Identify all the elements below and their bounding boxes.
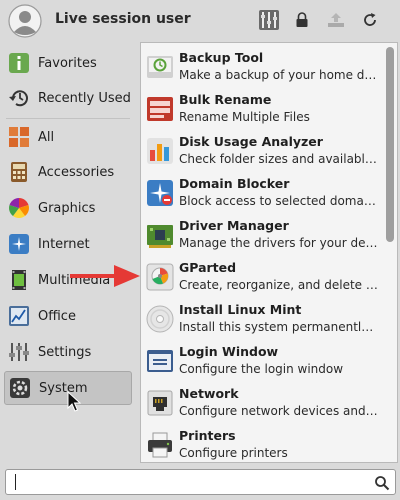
search-input[interactable] <box>10 472 370 492</box>
app-description: Install this system permanently t... <box>179 320 379 334</box>
app-name: Bulk Rename <box>179 92 272 107</box>
app-description: Rename Multiple Files <box>179 110 310 124</box>
disk-usage-icon <box>147 138 173 164</box>
app-name: Printers <box>179 428 236 443</box>
app-name: GParted <box>179 260 237 275</box>
app-description: Check folder sizes and available d... <box>179 152 379 166</box>
category-internet[interactable]: Internet <box>4 227 132 261</box>
app-description: Configure network devices and co... <box>179 404 379 418</box>
logout-button[interactable] <box>358 8 382 32</box>
category-label: Office <box>38 308 76 324</box>
category-label: Internet <box>38 236 90 252</box>
app-description: Configure the login window <box>179 362 344 376</box>
backup-tool-icon <box>147 56 173 78</box>
category-label: All <box>38 129 55 145</box>
lock-icon <box>296 12 308 27</box>
app-item-disk-usage-analyzer[interactable]: Disk Usage Analyzer Check folder sizes a… <box>141 131 381 173</box>
switch-user-button[interactable] <box>324 8 348 32</box>
office-icon <box>9 306 29 326</box>
system-settings-icon <box>259 10 279 30</box>
app-item-bulk-rename[interactable]: Bulk Rename Rename Multiple Files <box>141 89 381 131</box>
history-icon <box>9 90 28 107</box>
app-item-driver-manager[interactable]: Driver Manager Manage the drivers for yo… <box>141 215 381 257</box>
app-item-backup-tool[interactable]: Backup Tool Make a backup of your home d… <box>141 47 381 89</box>
login-window-icon <box>147 350 173 372</box>
all-apps-icon <box>9 127 29 147</box>
multimedia-icon <box>12 270 26 290</box>
bulk-rename-icon <box>147 97 173 121</box>
app-name: Disk Usage Analyzer <box>179 134 323 149</box>
category-office[interactable]: Office <box>4 299 132 333</box>
app-name: Network <box>179 386 239 401</box>
accessories-icon <box>11 162 27 182</box>
category-label: Settings <box>38 344 92 360</box>
category-all[interactable]: All <box>4 120 132 154</box>
gparted-icon <box>146 263 174 291</box>
graphics-icon <box>9 198 29 218</box>
printer-icon <box>148 432 172 458</box>
favorites-icon <box>9 53 29 73</box>
category-favorites[interactable]: Favorites <box>4 46 132 80</box>
category-settings[interactable]: Settings <box>4 335 132 369</box>
app-name: Login Window <box>179 344 279 359</box>
menu-header: Live session user <box>0 0 400 40</box>
text-caret <box>15 474 16 490</box>
app-description: Make a backup of your home dire... <box>179 68 379 82</box>
category-graphics[interactable]: Graphics <box>4 191 132 225</box>
app-description: Create, reorganize, and delete pa... <box>179 278 379 292</box>
app-name: Backup Tool <box>179 50 264 65</box>
search-icon[interactable] <box>374 475 390 491</box>
app-name: Domain Blocker <box>179 176 290 191</box>
app-name: Install Linux Mint <box>179 302 302 317</box>
internet-icon <box>9 234 29 254</box>
app-description: Configure printers <box>179 446 288 460</box>
app-description: Manage the drivers for your devic... <box>179 236 379 250</box>
domain-blocker-icon <box>147 180 173 206</box>
settings-icon <box>9 343 29 361</box>
category-label: Favorites <box>38 55 97 71</box>
sidebar-divider <box>6 118 130 119</box>
app-list: Backup Tool Make a backup of your home d… <box>140 42 398 463</box>
app-item-network[interactable]: Network Configure network devices and co… <box>141 383 381 425</box>
system-settings-button[interactable] <box>257 8 281 32</box>
app-list-scrollbar[interactable] <box>383 45 395 460</box>
category-label: Recently Used <box>38 90 131 106</box>
app-description: Block access to selected domain ... <box>179 194 379 208</box>
driver-manager-icon <box>147 225 173 248</box>
category-recently-used[interactable]: Recently Used <box>4 81 132 115</box>
search-box[interactable] <box>5 469 396 495</box>
switch-user-icon <box>328 13 344 27</box>
category-accessories[interactable]: Accessories <box>4 155 132 189</box>
app-item-login-window[interactable]: Login Window Configure the login window <box>141 341 381 383</box>
username-label: Live session user <box>55 11 191 27</box>
app-item-printers[interactable]: Printers Configure printers <box>141 425 381 462</box>
system-icon <box>10 378 30 398</box>
app-item-install-linux-mint[interactable]: Install Linux Mint Install this system p… <box>141 299 381 341</box>
category-label: Accessories <box>38 164 115 180</box>
annotation-arrow-icon <box>70 265 140 287</box>
user-avatar-icon[interactable] <box>8 4 42 38</box>
app-name: Driver Manager <box>179 218 289 233</box>
category-label: Graphics <box>38 200 96 216</box>
install-disc-icon <box>146 305 174 333</box>
scrollbar-thumb[interactable] <box>386 47 394 242</box>
mouse-pointer-icon <box>67 391 81 412</box>
app-item-gparted[interactable]: GParted Create, reorganize, and delete p… <box>141 257 381 299</box>
app-item-domain-blocker[interactable]: Domain Blocker Block access to selected … <box>141 173 381 215</box>
refresh-icon <box>364 13 376 26</box>
lock-screen-button[interactable] <box>290 8 314 32</box>
network-icon <box>147 390 173 416</box>
